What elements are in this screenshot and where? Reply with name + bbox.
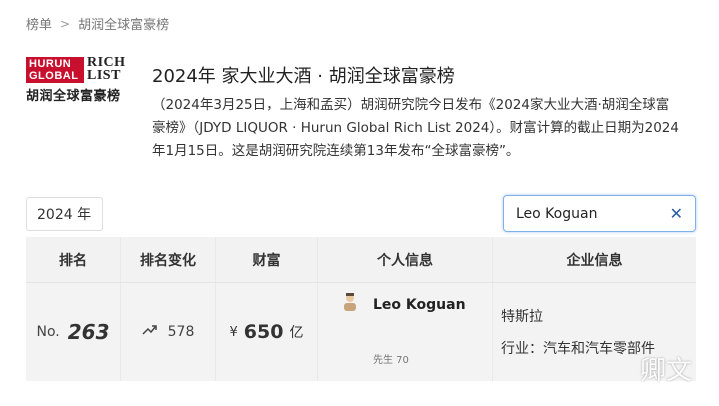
table-row[interactable]: No. 263 578 ¥ 650 亿 Leo Koguan 先生 70 特斯拉…: [26, 283, 696, 381]
header-wealth: 财富: [216, 237, 318, 282]
hurun-logo: HURUN GLOBAL RICH LIST 胡润全球富豪榜: [26, 55, 136, 104]
company-industry: 行业：汽车和汽车零部件: [501, 341, 655, 357]
trend-up-icon: [142, 324, 158, 340]
wealth-unit: 亿: [289, 325, 304, 341]
logo-cn-text: 胡润全球富豪榜: [26, 89, 121, 104]
company-name[interactable]: 特斯拉: [501, 306, 543, 326]
rank-change-cell: 578: [121, 283, 216, 381]
logo-left-box: HURUN GLOBAL: [26, 57, 84, 83]
close-icon[interactable]: ✕: [670, 204, 683, 223]
search-box: ✕: [503, 195, 696, 232]
person-meta: 先生 70: [373, 355, 409, 366]
breadcrumb-separator: >: [60, 16, 71, 31]
breadcrumb-item-current: 胡润全球富豪榜: [78, 18, 170, 33]
table-header: 排名 排名变化 财富 个人信息 企业信息: [26, 237, 696, 283]
header-rank-change: 排名变化: [121, 237, 216, 282]
currency-symbol: ¥: [229, 324, 238, 340]
rank-cell: No. 263: [26, 283, 121, 381]
wealth-cell: ¥ 650 亿: [216, 283, 318, 381]
watermark: 卿文: [640, 356, 693, 386]
wealth-amount: 650: [243, 321, 284, 343]
page-title: 2024年 家大业大酒 · 胡润全球富豪榜: [152, 66, 455, 87]
header-company-info: 企业信息: [566, 252, 623, 269]
logo-right-text: RICH LIST: [87, 55, 126, 83]
rank-change-value: 578: [167, 324, 195, 340]
rank-value: 263: [67, 320, 110, 344]
year-select[interactable]: 2024 年: [26, 197, 103, 231]
search-input[interactable]: [504, 196, 654, 231]
header-rank: 排名: [26, 237, 121, 282]
rank-prefix: No.: [36, 324, 60, 340]
personal-info-cell: Leo Koguan 先生 70: [318, 283, 493, 381]
rich-list-table: 排名 排名变化 财富 个人信息 企业信息 No. 263 578 ¥ 650 亿…: [26, 237, 696, 381]
breadcrumb: 榜单 > 胡润全球富豪榜: [26, 14, 170, 34]
breadcrumb-item-list[interactable]: 榜单: [26, 14, 52, 33]
person-name[interactable]: Leo Koguan: [373, 294, 473, 317]
avatar: [342, 293, 358, 311]
header-personal-info: 个人信息: [318, 237, 493, 282]
page-description: （2024年3月25日，上海和孟买）胡润研究院今日发布《2024家大业大酒·胡润…: [152, 97, 679, 159]
